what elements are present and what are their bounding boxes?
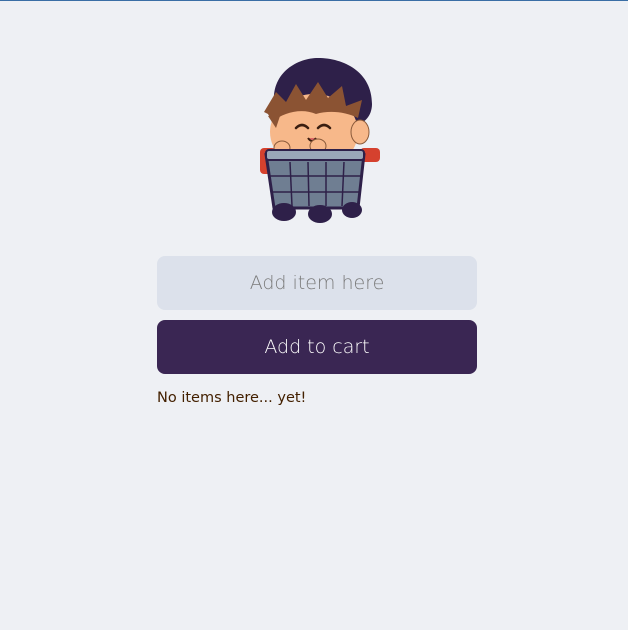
- item-input[interactable]: [157, 256, 477, 310]
- cat-in-cart-icon: [260, 58, 380, 223]
- top-border: [0, 0, 628, 1]
- add-item-form: Add to cart No items here... yet!: [157, 256, 477, 406]
- add-to-cart-button[interactable]: Add to cart: [157, 320, 477, 374]
- empty-list-message: No items here... yet!: [157, 390, 307, 406]
